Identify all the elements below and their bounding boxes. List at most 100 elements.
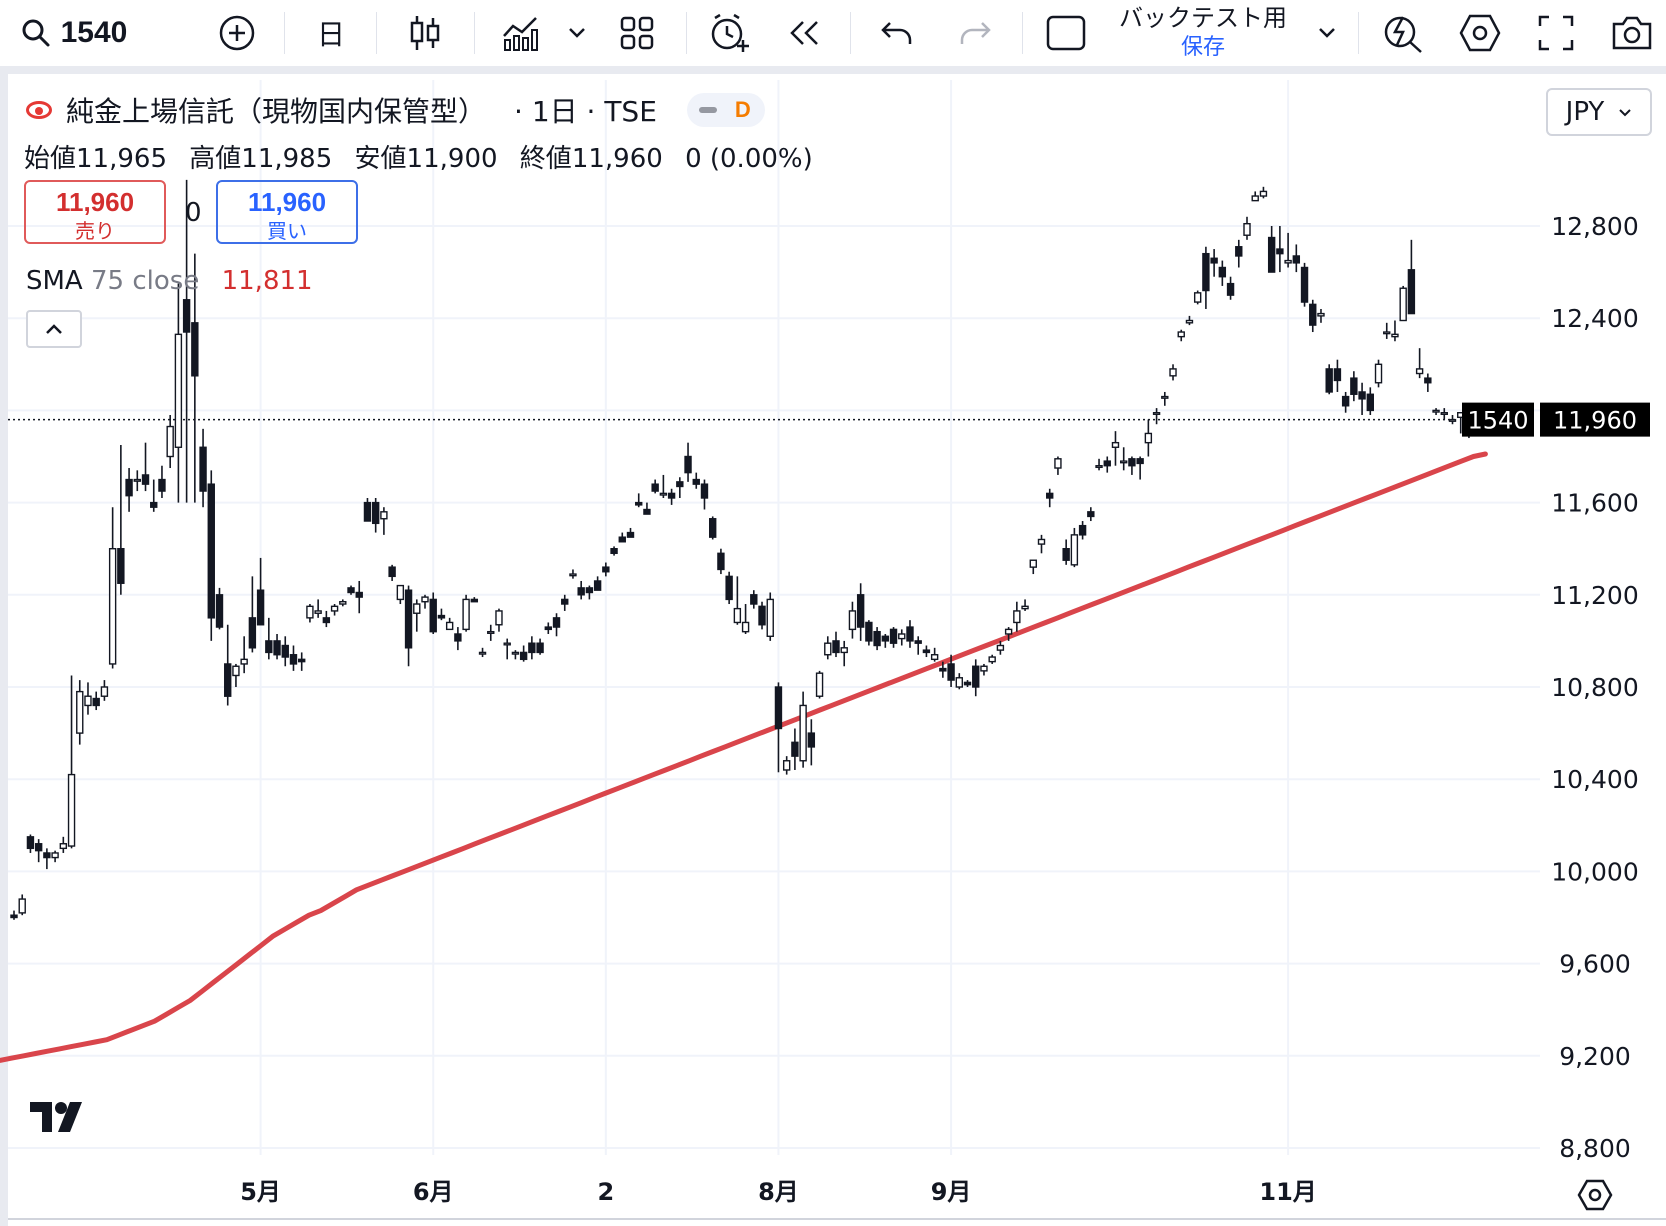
candle	[898, 629, 906, 646]
candle	[972, 659, 980, 697]
price-axis-label: 10,000	[1551, 857, 1638, 886]
candle-body	[1078, 524, 1087, 536]
candle	[840, 640, 848, 667]
candle-body	[232, 665, 240, 677]
candle	[561, 594, 569, 611]
candle	[782, 756, 791, 775]
currency-select[interactable]: JPY	[1546, 88, 1652, 136]
candle	[289, 645, 298, 671]
candle	[1448, 415, 1457, 425]
candle	[141, 442, 150, 492]
candle	[10, 910, 18, 920]
candle-body	[1177, 331, 1185, 338]
candle-body	[930, 654, 939, 661]
candle	[799, 691, 807, 768]
candle	[1193, 290, 1202, 305]
sell-button[interactable]: 11,960 売り	[24, 180, 166, 244]
candle-body	[289, 654, 298, 665]
candle-body	[528, 642, 536, 654]
candle-body	[741, 621, 750, 633]
chart-settings-icon[interactable]	[1577, 1179, 1613, 1211]
candle	[1317, 308, 1325, 323]
candle-body	[1152, 412, 1161, 416]
candle-body	[18, 898, 26, 914]
candle	[1078, 521, 1087, 540]
candle-body	[1136, 458, 1144, 465]
candle-body	[281, 644, 289, 658]
candle	[133, 470, 142, 492]
candle-body	[1391, 333, 1399, 338]
candle-body	[380, 511, 388, 520]
tradingview-logo[interactable]	[30, 1100, 92, 1138]
candle	[470, 597, 479, 603]
data-status-badge[interactable]: D	[686, 93, 765, 127]
buy-button[interactable]: 11,960 買い	[216, 180, 358, 244]
candle	[536, 638, 544, 655]
candle-body	[733, 607, 742, 624]
candle-body	[1119, 460, 1128, 464]
candle	[1399, 285, 1407, 322]
candle-body	[1407, 269, 1416, 315]
candle-body	[34, 843, 43, 852]
candle-body	[1309, 303, 1317, 326]
candle-body	[1193, 292, 1202, 303]
candle	[774, 682, 783, 773]
candle-body	[1440, 412, 1448, 416]
candle	[824, 636, 832, 660]
candle-body	[856, 594, 865, 628]
candle-body	[84, 695, 92, 707]
candle-body	[1259, 190, 1268, 197]
candle-body	[618, 536, 626, 543]
candle	[906, 620, 914, 648]
symbol-tag: 1540	[1467, 407, 1528, 435]
interval-exchange: · 1日 · TSE	[514, 95, 657, 128]
visibility-eye-icon[interactable]	[26, 101, 52, 119]
candle-body	[1185, 319, 1194, 324]
candle-body	[1128, 458, 1136, 467]
sma-legend[interactable]: SMA 75 close 11,811	[26, 266, 313, 296]
instrument-title[interactable]: 純金上場信託（現物国内保管型）	[66, 90, 486, 130]
low-label: 安値	[354, 144, 407, 174]
candle-body	[330, 605, 339, 612]
candle-body	[371, 501, 380, 525]
candle-body	[388, 566, 396, 578]
price-axis-label: 9,200	[1559, 1042, 1631, 1071]
candle-body	[602, 566, 610, 573]
candle-body	[1144, 432, 1153, 444]
data-badge-letter: D	[734, 97, 751, 122]
candle-body	[429, 598, 437, 633]
candle-body	[832, 640, 840, 654]
candle-body	[848, 610, 857, 631]
candle	[281, 636, 289, 667]
candle	[1432, 408, 1440, 416]
candle	[791, 728, 799, 770]
candle	[1333, 359, 1342, 392]
candle-body	[1235, 246, 1243, 257]
candle-body	[791, 741, 799, 757]
candle	[404, 585, 413, 667]
candle-body	[1087, 511, 1095, 518]
candle	[1276, 226, 1284, 273]
candle	[43, 848, 51, 870]
candle-body	[815, 672, 824, 697]
candle	[832, 631, 840, 658]
legend-collapse-button[interactable]	[26, 310, 82, 348]
candle-body	[1169, 368, 1177, 377]
candle	[1202, 246, 1210, 309]
candle-body	[100, 686, 109, 697]
candle-body	[725, 575, 733, 601]
close-value: 11,960	[571, 144, 663, 174]
candle-body	[750, 594, 758, 605]
candle-body	[544, 626, 552, 631]
candle	[158, 465, 166, 498]
sma-value: 11,811	[221, 266, 313, 296]
candle-body	[1448, 418, 1457, 422]
candle	[643, 502, 651, 515]
candle-body	[1202, 252, 1210, 292]
chart-settings-center	[1588, 1188, 1602, 1202]
candle-body	[158, 478, 166, 492]
candle-body	[150, 501, 158, 508]
candle-body	[1292, 255, 1301, 264]
chevron-up-icon	[46, 324, 62, 334]
candle-body	[552, 617, 561, 628]
